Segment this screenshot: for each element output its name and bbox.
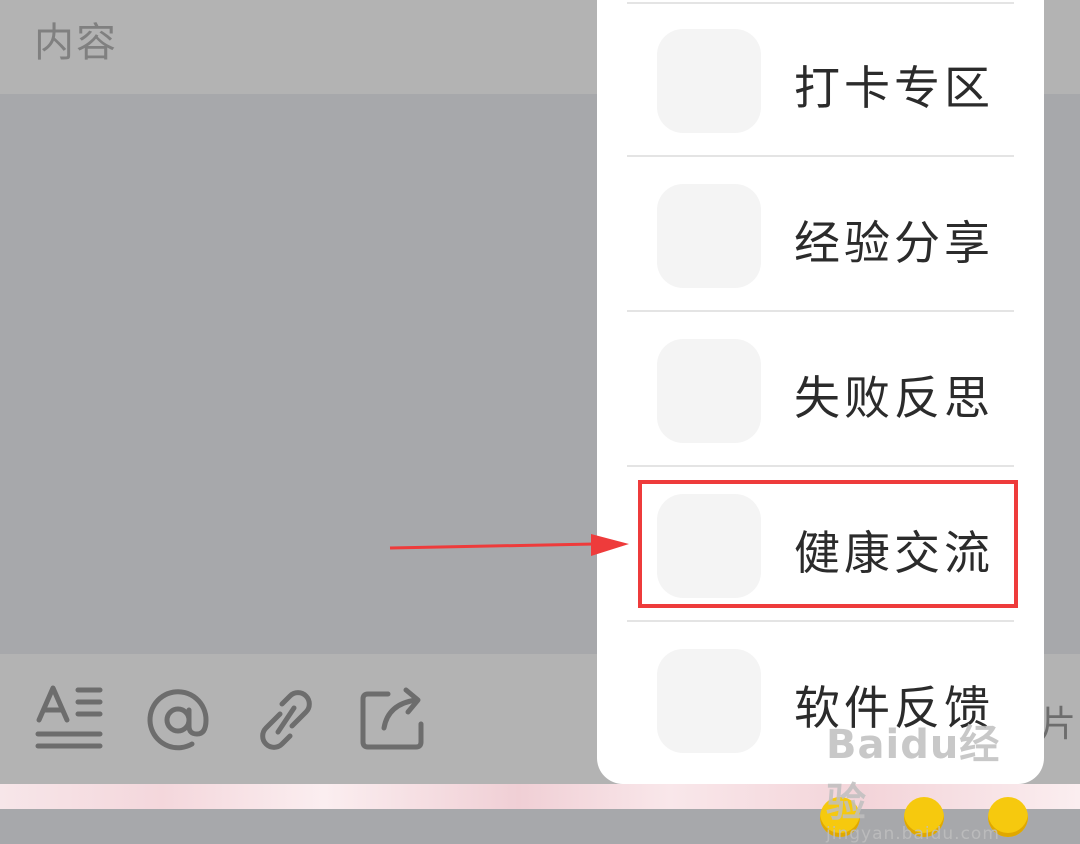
emoji-icon[interactable]: [904, 797, 944, 837]
text-format-icon[interactable]: [34, 680, 106, 760]
category-thumbnail: [657, 649, 761, 753]
category-thumbnail: [657, 29, 761, 133]
menu-item-label: 经验分享: [794, 216, 994, 270]
menu-item-reflection[interactable]: 失败反思: [597, 312, 1044, 467]
menu-item-checkin[interactable]: 打卡专区: [597, 2, 1044, 157]
toolbar-trailing-label: 片: [1040, 704, 1077, 745]
category-menu: 打卡专区 经验分享 失败反思 健康交流 软件反馈: [597, 0, 1044, 784]
menu-item-experience[interactable]: 经验分享: [597, 157, 1044, 312]
at-mention-icon[interactable]: [142, 680, 214, 760]
emoji-icon[interactable]: [988, 797, 1028, 837]
content-title: 内容: [34, 20, 118, 66]
share-export-icon[interactable]: [358, 680, 430, 760]
highlight-box: [638, 480, 1018, 608]
category-thumbnail: [657, 339, 761, 443]
link-icon[interactable]: [250, 680, 322, 760]
emoji-icon[interactable]: [820, 797, 860, 837]
annotation-arrow-icon: [389, 534, 629, 556]
menu-item-label: 软件反馈: [794, 681, 994, 735]
menu-item-label: 打卡专区: [794, 61, 994, 115]
category-thumbnail: [657, 184, 761, 288]
menu-item-feedback[interactable]: 软件反馈: [597, 622, 1044, 777]
menu-item-label: 失败反思: [794, 371, 994, 425]
